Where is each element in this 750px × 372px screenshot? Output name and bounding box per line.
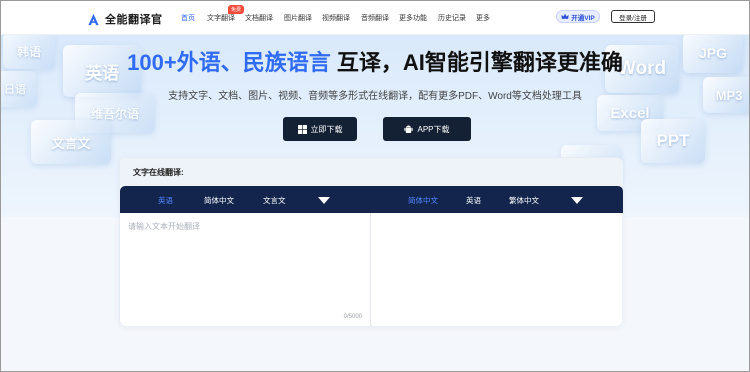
brand-logo-icon	[88, 13, 99, 25]
app-download-label: APP下载	[417, 124, 450, 134]
nav-item-more-features[interactable]: 更多功能	[399, 13, 427, 23]
panel-header: 文字在线翻译:	[120, 158, 623, 186]
source-text-placeholder: 请输入文本开始翻译	[128, 222, 200, 231]
target-lang-simplified-chinese[interactable]: 简体中文	[408, 195, 438, 206]
source-lang-classical-chinese[interactable]: 文言文	[263, 195, 286, 206]
tile-ppt: PPT	[641, 119, 705, 163]
free-badge: 免费	[228, 5, 245, 14]
char-counter: 0/5000	[343, 314, 362, 320]
panel-title: 文字在线翻译:	[133, 168, 184, 177]
target-lang-english[interactable]: 英语	[466, 195, 481, 206]
nav-item-doc-translate[interactable]: 文档翻译	[245, 13, 273, 23]
nav-item-more[interactable]: 更多	[476, 13, 490, 23]
page-frame: 全能翻译官 首页 文字翻译 免费 文档翻译 图片翻译 视频翻译 音频翻译 更多功…	[0, 0, 750, 372]
hero-title: 100+外语、民族语言 互译，AI智能引擎翻译更准确	[1, 45, 749, 77]
source-lang-simplified-chinese[interactable]: 简体中文	[204, 195, 234, 206]
target-text-output	[372, 213, 622, 326]
app-download-button[interactable]: APP下载	[383, 117, 471, 141]
hero-title-accent: 100+外语、民族语言	[127, 50, 331, 75]
nav-item-history[interactable]: 历史记录	[438, 13, 466, 23]
vip-label: 开通VIP	[571, 14, 595, 22]
source-lang-english[interactable]: 英语	[158, 195, 173, 206]
target-lang-dropdown-icon[interactable]	[571, 197, 583, 204]
source-text-input[interactable]: 请输入文本开始翻译 0/5000	[120, 213, 371, 326]
nav-item-image-translate[interactable]: 图片翻译	[284, 13, 312, 23]
crown-icon	[561, 13, 569, 19]
windows-icon	[297, 124, 307, 134]
login-register-button[interactable]: 登录/注册	[611, 10, 655, 23]
top-nav: 全能翻译官 首页 文字翻译 免费 文档翻译 图片翻译 视频翻译 音频翻译 更多功…	[1, 1, 749, 35]
nav-item-home[interactable]: 首页	[181, 13, 195, 23]
language-bar: 英语 简体中文 文言文 简体中文 英语 繁体中文	[120, 186, 623, 213]
target-lang-traditional-chinese[interactable]: 繁体中文	[509, 195, 539, 206]
nav-item-audio-translate[interactable]: 音频翻译	[361, 13, 389, 23]
vip-button[interactable]: 开通VIP	[556, 10, 600, 23]
download-button[interactable]: 立即下载	[283, 117, 357, 141]
android-icon	[404, 125, 414, 134]
hero-subtitle: 支持文字、文档、图片、视频、音频等多形式在线翻译，配有更多PDF、Word等文档…	[168, 91, 582, 102]
hero-title-rest: 互译，AI智能引擎翻译更准确	[330, 50, 623, 75]
download-label: 立即下载	[310, 124, 343, 134]
brand-name: 全能翻译官	[105, 14, 163, 26]
brand-logo[interactable]: 全能翻译官	[87, 11, 163, 27]
tile-classical-chinese: 文言文	[31, 120, 111, 164]
source-lang-dropdown-icon[interactable]	[318, 197, 330, 204]
nav-item-video-translate[interactable]: 视频翻译	[322, 13, 350, 23]
text-translate-panel: 文字在线翻译: 英语 简体中文 文言文 简体中文 英语 繁体中文 请输入文本开始…	[119, 157, 623, 326]
nav-item-text-translate[interactable]: 文字翻译	[207, 13, 235, 23]
